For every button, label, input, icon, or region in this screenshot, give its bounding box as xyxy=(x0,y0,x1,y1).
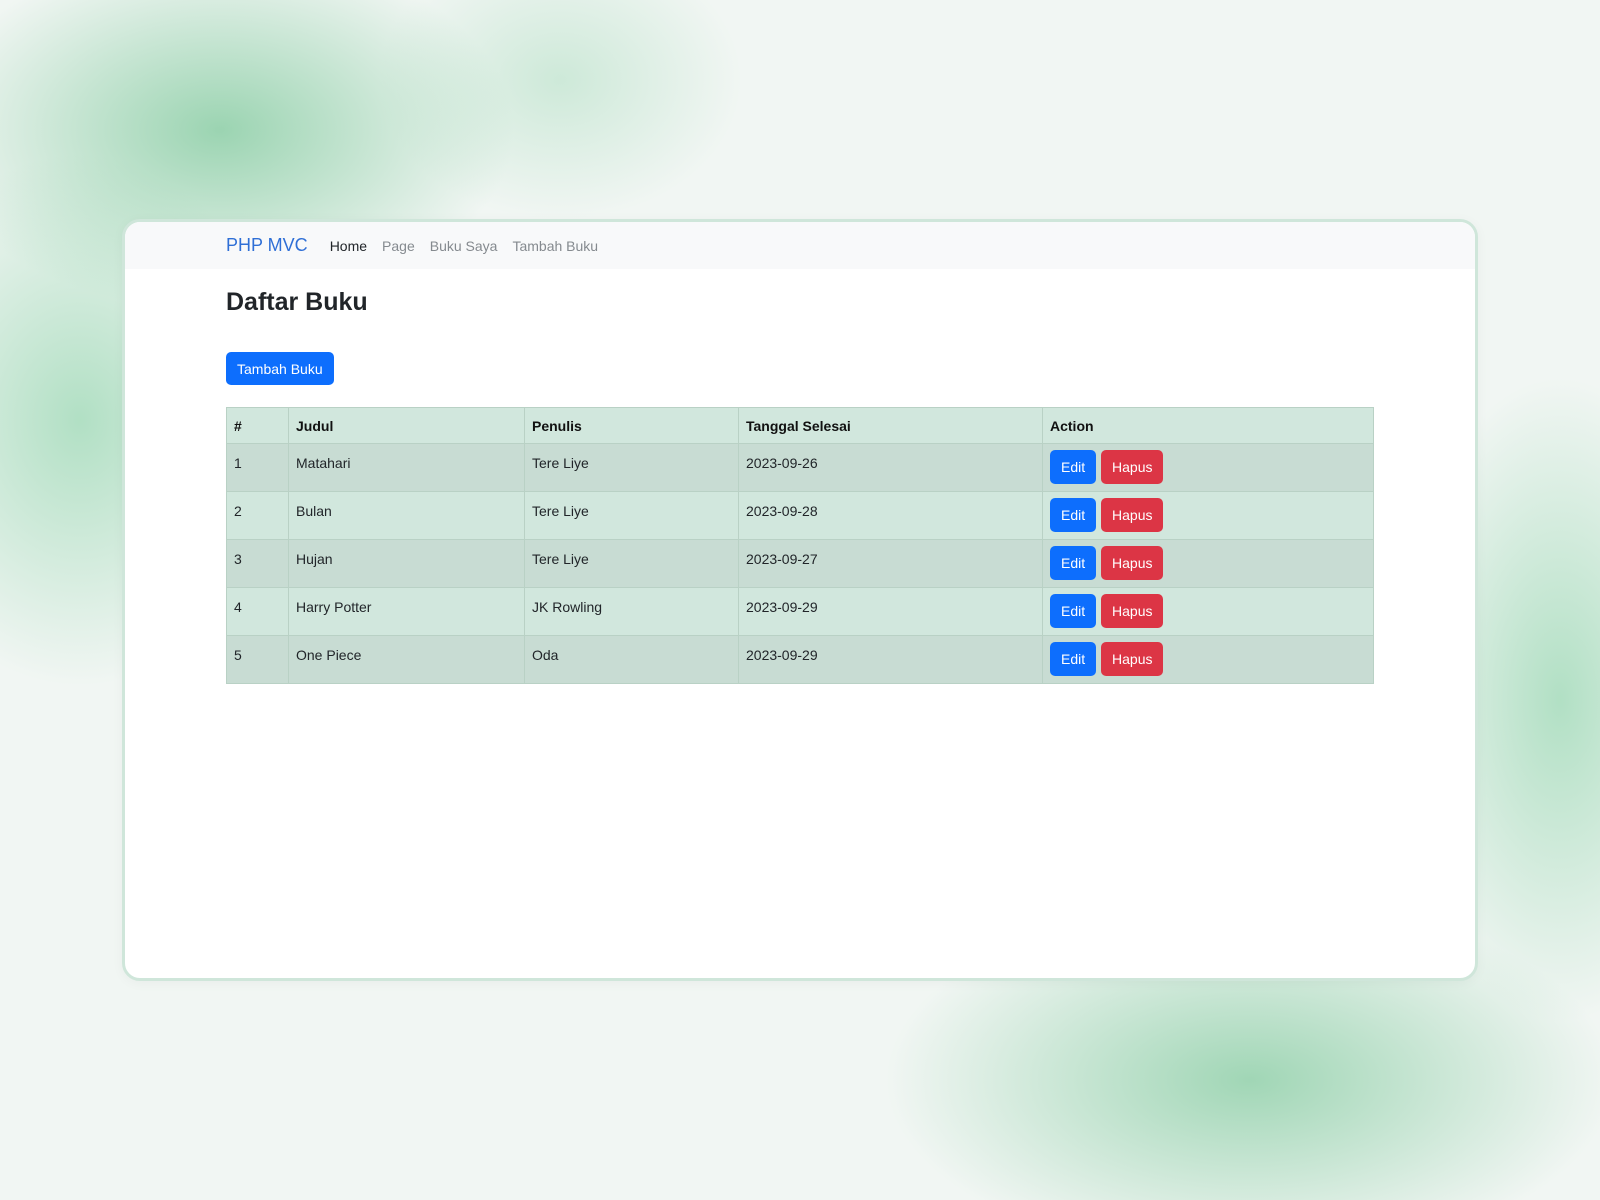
cell-penulis: Tere Liye xyxy=(524,539,739,588)
main-content: Daftar Buku Tambah Buku # Judul Penulis … xyxy=(125,284,1475,684)
cell-judul: Matahari xyxy=(288,443,525,492)
table-row: 4 Harry Potter JK Rowling 2023-09-29 Edi… xyxy=(226,587,1374,636)
table-header-row: # Judul Penulis Tanggal Selesai Action xyxy=(226,407,1374,444)
table-row: 2 Bulan Tere Liye 2023-09-28 Edit Hapus xyxy=(226,491,1374,540)
cell-penulis: Tere Liye xyxy=(524,491,739,540)
header-number: # xyxy=(226,407,289,444)
cell-judul: One Piece xyxy=(288,635,525,684)
delete-button[interactable]: Hapus xyxy=(1101,594,1164,628)
cell-penulis: Tere Liye xyxy=(524,443,739,492)
cell-judul: Hujan xyxy=(288,539,525,588)
browser-window: PHP MVC Home Page Buku Saya Tambah Buku … xyxy=(122,219,1478,981)
edit-button[interactable]: Edit xyxy=(1050,642,1097,676)
nav-link-page[interactable]: Page xyxy=(382,238,415,254)
edit-button[interactable]: Edit xyxy=(1050,546,1097,580)
table-row: 1 Matahari Tere Liye 2023-09-26 Edit Hap… xyxy=(226,443,1374,492)
navbar-brand[interactable]: PHP MVC xyxy=(226,235,308,256)
cell-number: 2 xyxy=(226,491,289,540)
cell-action: Edit Hapus xyxy=(1042,443,1374,492)
nav-link-tambah-buku[interactable]: Tambah Buku xyxy=(512,238,598,254)
delete-button[interactable]: Hapus xyxy=(1101,498,1164,532)
add-book-button[interactable]: Tambah Buku xyxy=(226,352,334,385)
cell-action: Edit Hapus xyxy=(1042,587,1374,636)
table-row: 5 One Piece Oda 2023-09-29 Edit Hapus xyxy=(226,635,1374,684)
books-table: # Judul Penulis Tanggal Selesai Action 1… xyxy=(226,407,1374,684)
cell-action: Edit Hapus xyxy=(1042,491,1374,540)
page-title: Daftar Buku xyxy=(226,288,368,316)
delete-button[interactable]: Hapus xyxy=(1101,450,1164,484)
header-judul: Judul xyxy=(288,407,525,444)
cell-tanggal: 2023-09-26 xyxy=(738,443,1043,492)
cell-judul: Harry Potter xyxy=(288,587,525,636)
header-tanggal-selesai: Tanggal Selesai xyxy=(738,407,1043,444)
edit-button[interactable]: Edit xyxy=(1050,594,1097,628)
edit-button[interactable]: Edit xyxy=(1050,498,1097,532)
cell-action: Edit Hapus xyxy=(1042,539,1374,588)
header-penulis: Penulis xyxy=(524,407,739,444)
header-action: Action xyxy=(1042,407,1374,444)
cell-penulis: JK Rowling xyxy=(524,587,739,636)
cell-tanggal: 2023-09-29 xyxy=(738,635,1043,684)
delete-button[interactable]: Hapus xyxy=(1101,546,1164,580)
cell-penulis: Oda xyxy=(524,635,739,684)
cell-tanggal: 2023-09-29 xyxy=(738,587,1043,636)
nav-link-home[interactable]: Home xyxy=(330,238,367,254)
cell-number: 4 xyxy=(226,587,289,636)
delete-button[interactable]: Hapus xyxy=(1101,642,1164,676)
cell-judul: Bulan xyxy=(288,491,525,540)
cell-action: Edit Hapus xyxy=(1042,635,1374,684)
cell-number: 5 xyxy=(226,635,289,684)
table-row: 3 Hujan Tere Liye 2023-09-27 Edit Hapus xyxy=(226,539,1374,588)
cell-tanggal: 2023-09-27 xyxy=(738,539,1043,588)
cell-number: 3 xyxy=(226,539,289,588)
nav-link-buku-saya[interactable]: Buku Saya xyxy=(430,238,498,254)
navbar: PHP MVC Home Page Buku Saya Tambah Buku xyxy=(125,222,1475,269)
cell-tanggal: 2023-09-28 xyxy=(738,491,1043,540)
cell-number: 1 xyxy=(226,443,289,492)
edit-button[interactable]: Edit xyxy=(1050,450,1097,484)
